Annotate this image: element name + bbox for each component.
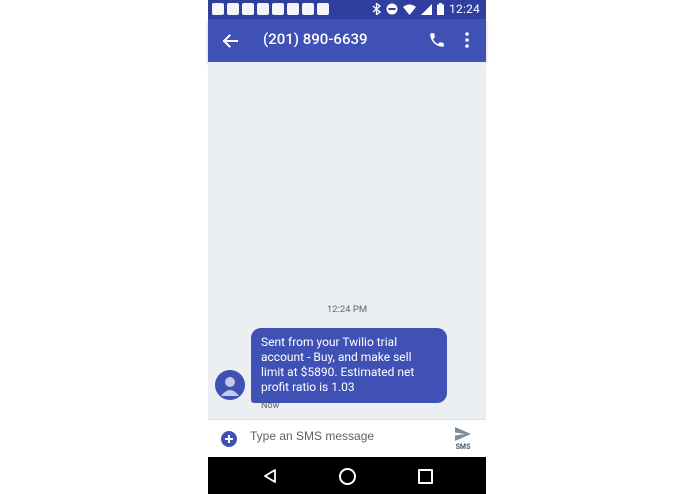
gmail-icon — [302, 3, 314, 15]
status-notification-icons — [212, 3, 329, 15]
nav-recents-icon[interactable] — [418, 469, 433, 484]
send-button[interactable]: SMS — [452, 425, 474, 453]
person-icon — [221, 377, 239, 396]
avatar[interactable] — [215, 370, 245, 400]
message-bubble[interactable]: Sent from your Twilio trial account - Bu… — [251, 328, 447, 403]
phone-screen: 12:24 (201) 890-6639 12:24 PM Sent from … — [208, 0, 486, 494]
phone-icon[interactable] — [428, 31, 446, 49]
compose-bar: SMS — [208, 419, 486, 458]
status-bar: 12:24 — [208, 0, 486, 19]
gmail-icon — [272, 3, 284, 15]
app-bar: (201) 890-6639 — [208, 19, 486, 62]
message-status: Now — [261, 401, 280, 411]
vpn-icon — [257, 3, 269, 15]
conversation-title: (201) 890-6639 — [263, 30, 368, 48]
message-input[interactable] — [250, 429, 430, 443]
status-system-icons: 12:24 — [372, 2, 480, 16]
do-not-disturb-icon — [386, 3, 398, 15]
message-thread[interactable]: 12:24 PM Sent from your Twilio trial acc… — [208, 62, 486, 419]
wifi-icon — [403, 4, 417, 15]
add-circle-icon[interactable] — [221, 431, 237, 447]
status-time: 12:24 — [449, 2, 480, 16]
battery-icon — [437, 3, 445, 15]
nav-home-icon[interactable] — [339, 468, 356, 485]
nav-back-icon[interactable] — [262, 468, 278, 484]
sms-icon — [317, 3, 329, 15]
more-vert-icon[interactable] — [463, 31, 471, 49]
youtube-icon — [242, 3, 254, 15]
hangouts-icon — [212, 3, 224, 15]
send-icon — [455, 427, 471, 441]
signal-icon — [421, 3, 433, 15]
gmail-icon — [287, 3, 299, 15]
arrow-back-icon[interactable] — [220, 31, 240, 51]
bluetooth-icon — [372, 3, 382, 15]
message-timestamp: 12:24 PM — [326, 304, 368, 315]
navigation-bar — [208, 457, 486, 494]
send-label: SMS — [455, 443, 471, 451]
facebook-icon — [227, 3, 239, 15]
